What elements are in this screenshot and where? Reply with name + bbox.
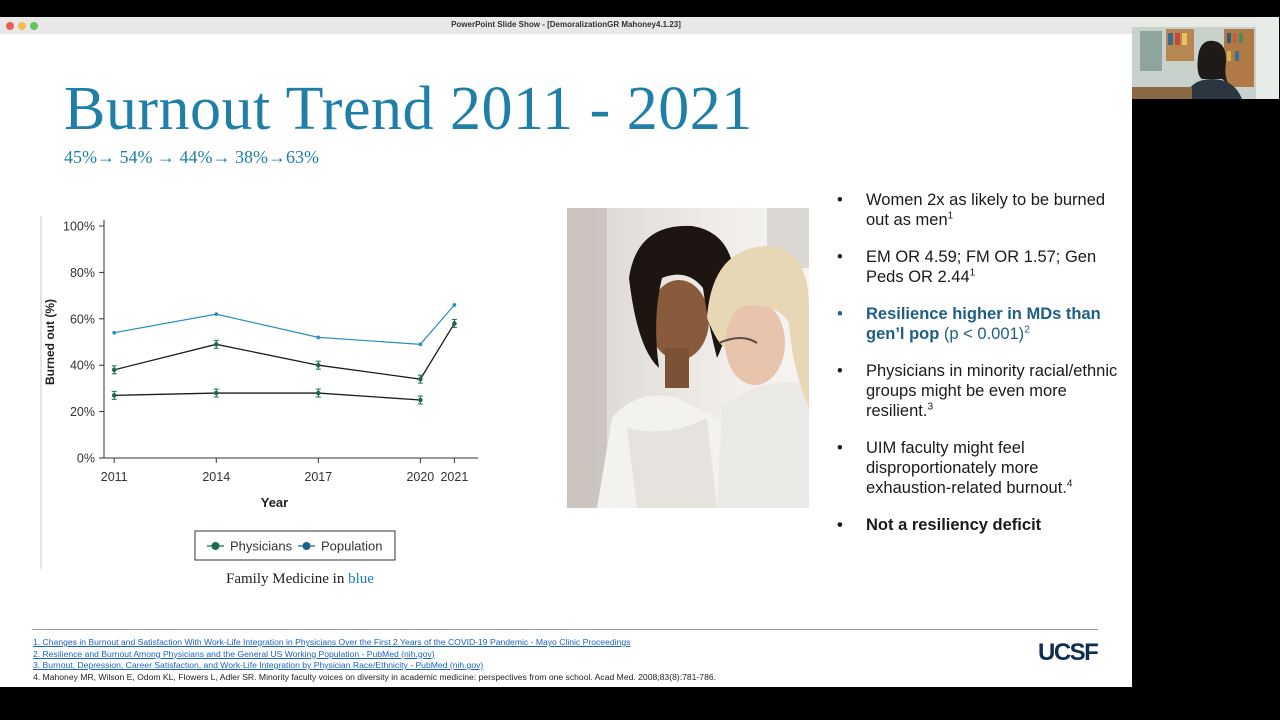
y-tick-label: 40% <box>70 359 95 373</box>
reference-1-link[interactable]: 1. Changes in Burnout and Satisfaction W… <box>33 637 630 647</box>
data-point <box>316 390 321 396</box>
x-tick-label: 2021 <box>440 470 468 484</box>
legend-swatch-marker <box>302 542 311 550</box>
slide-title: Burnout Trend 2011 - 2021 <box>64 75 753 143</box>
references: 1. Changes in Burnout and Satisfaction W… <box>33 637 716 683</box>
reference-2: 2. Resilience and Burnout Among Physicia… <box>33 649 716 661</box>
data-point <box>452 302 457 307</box>
desktop: PowerPoint Slide Show - [DemoralizationG… <box>0 0 1280 720</box>
data-point <box>112 330 117 335</box>
two-women-photo <box>567 208 809 508</box>
data-point <box>316 362 321 368</box>
y-tick-label: 80% <box>70 266 95 280</box>
data-point <box>111 367 117 373</box>
data-point <box>452 321 457 326</box>
chart-caption-text: Family Medicine in <box>226 571 349 587</box>
x-tick-label: 2017 <box>304 470 332 484</box>
data-point <box>213 390 219 396</box>
reference-1: 1. Changes in Burnout and Satisfaction W… <box>33 637 716 649</box>
y-tick-label: 60% <box>70 312 95 326</box>
bullet-not-resiliency-deficit: Not a resiliency deficit <box>835 515 1125 535</box>
x-axis-label: Year <box>261 495 288 510</box>
y-tick-label: 20% <box>70 405 95 419</box>
presenter-webcam <box>1132 17 1279 99</box>
data-point <box>418 376 423 382</box>
reference-2-link[interactable]: 2. Resilience and Burnout Among Physicia… <box>33 649 435 659</box>
reference-3: 3. Burnout, Depression, Career Satisfact… <box>33 660 716 672</box>
reference-3-link[interactable]: 3. Burnout, Depression, Career Satisfact… <box>33 660 483 670</box>
reference-4: 4. Mahoney MR, Wilson E, Odom KL, Flower… <box>33 671 717 682</box>
key-points-list: Women 2x as likely to be burned out as m… <box>835 190 1125 552</box>
window-title: PowerPoint Slide Show - [DemoralizationG… <box>451 20 681 29</box>
bullet-women-burnout: Women 2x as likely to be burned out as m… <box>835 190 1125 230</box>
legend-swatch-marker <box>211 542 220 550</box>
series-3-line <box>114 392 421 401</box>
y-axis-label: Burned out (%) <box>43 299 57 385</box>
burnout-line-chart: 0% 20% 40% 60% 80% 100% 2011 2014 2017 2020 2021 Ye… <box>40 216 478 569</box>
x-tick-label: 2020 <box>406 470 434 484</box>
x-tick-label: 2011 <box>101 470 128 484</box>
legend-label: Physicians <box>230 539 293 554</box>
series-2-line <box>114 323 455 380</box>
chart-caption: Family Medicine in blue <box>226 571 374 588</box>
slide: Burnout Trend 2011 - 2021 45%→ 54% → 44%… <box>0 34 1132 687</box>
data-point <box>418 397 423 403</box>
window-title-bar: PowerPoint Slide Show - [DemoralizationG… <box>0 17 1132 48</box>
bullet-resilience: Resilience higher in MDs than gen’l pop … <box>835 304 1125 344</box>
references-divider <box>32 629 1098 630</box>
bullet-minority-resilience: Physicians in minority racial/ethnic gro… <box>835 361 1125 421</box>
bullet-uim-faculty: UIM faculty might feel disproportionatel… <box>835 438 1125 498</box>
data-point <box>418 342 423 347</box>
series-1-line <box>114 304 455 345</box>
legend-label: Population <box>321 539 382 554</box>
data-point <box>214 312 219 317</box>
data-point <box>111 393 117 398</box>
slide-subtitle: 45%→ 54% → 44%→ 38%→63% <box>64 147 319 167</box>
bullet-specialty-odds: EM OR 4.59; FM OR 1.57; Gen Peds OR 2.44… <box>835 247 1125 287</box>
y-tick-label: 100% <box>63 220 95 234</box>
data-point <box>213 342 219 347</box>
y-tick-label: 0% <box>77 452 95 466</box>
x-tick-label: 2014 <box>202 470 230 484</box>
ucsf-logo: UCSF <box>1038 639 1099 666</box>
chart-caption-highlight: blue <box>348 571 374 587</box>
data-point <box>316 335 321 340</box>
